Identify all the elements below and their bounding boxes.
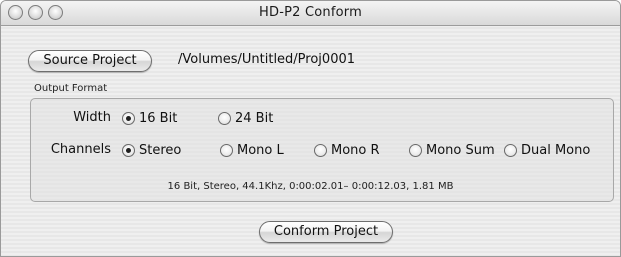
width-16-bit-label: 16 Bit	[139, 110, 178, 126]
channels-mono-r-label: Mono R	[331, 142, 380, 158]
width-label: Width	[73, 110, 111, 125]
width-24-bit-radio[interactable]: 24 Bit	[218, 110, 273, 126]
channels-dual-mono-radio[interactable]: Dual Mono	[504, 142, 590, 158]
channels-mono-sum-label: Mono Sum	[426, 142, 495, 158]
title-bar: HD-P2 Conform	[1, 1, 620, 26]
channels-mono-l-label: Mono L	[237, 142, 284, 158]
window-title: HD-P2 Conform	[259, 5, 362, 20]
radio-unselected-icon	[504, 143, 517, 157]
radio-unselected-icon	[314, 143, 327, 157]
source-project-path: /Volumes/Untitled/Proj0001	[178, 52, 356, 67]
channels-mono-l-radio[interactable]: Mono L	[220, 142, 284, 158]
width-24-bit-label: 24 Bit	[235, 110, 274, 126]
format-summary: 16 Bit, Stereo, 44.1Khz, 0:00:02.01– 0:0…	[167, 181, 454, 192]
channels-mono-r-radio[interactable]: Mono R	[314, 142, 380, 158]
width-16-bit-radio[interactable]: 16 Bit	[122, 110, 177, 126]
channels-label: Channels	[50, 142, 111, 157]
output-format-label: Output Format	[34, 83, 108, 94]
radio-selected-icon	[122, 143, 135, 157]
conform-window: HD-P2 Conform Source Project /Volumes/Un…	[0, 0, 621, 257]
channels-mono-sum-radio[interactable]: Mono Sum	[409, 142, 495, 158]
radio-unselected-icon	[218, 111, 231, 125]
channels-stereo-label: Stereo	[139, 142, 182, 158]
radio-unselected-icon	[409, 143, 422, 157]
radio-unselected-icon	[220, 143, 233, 157]
source-project-button[interactable]: Source Project	[28, 50, 152, 72]
channels-stereo-radio[interactable]: Stereo	[122, 142, 181, 158]
channels-dual-mono-label: Dual Mono	[521, 142, 591, 158]
conform-project-button[interactable]: Conform Project	[259, 221, 393, 243]
radio-selected-icon	[122, 111, 135, 125]
